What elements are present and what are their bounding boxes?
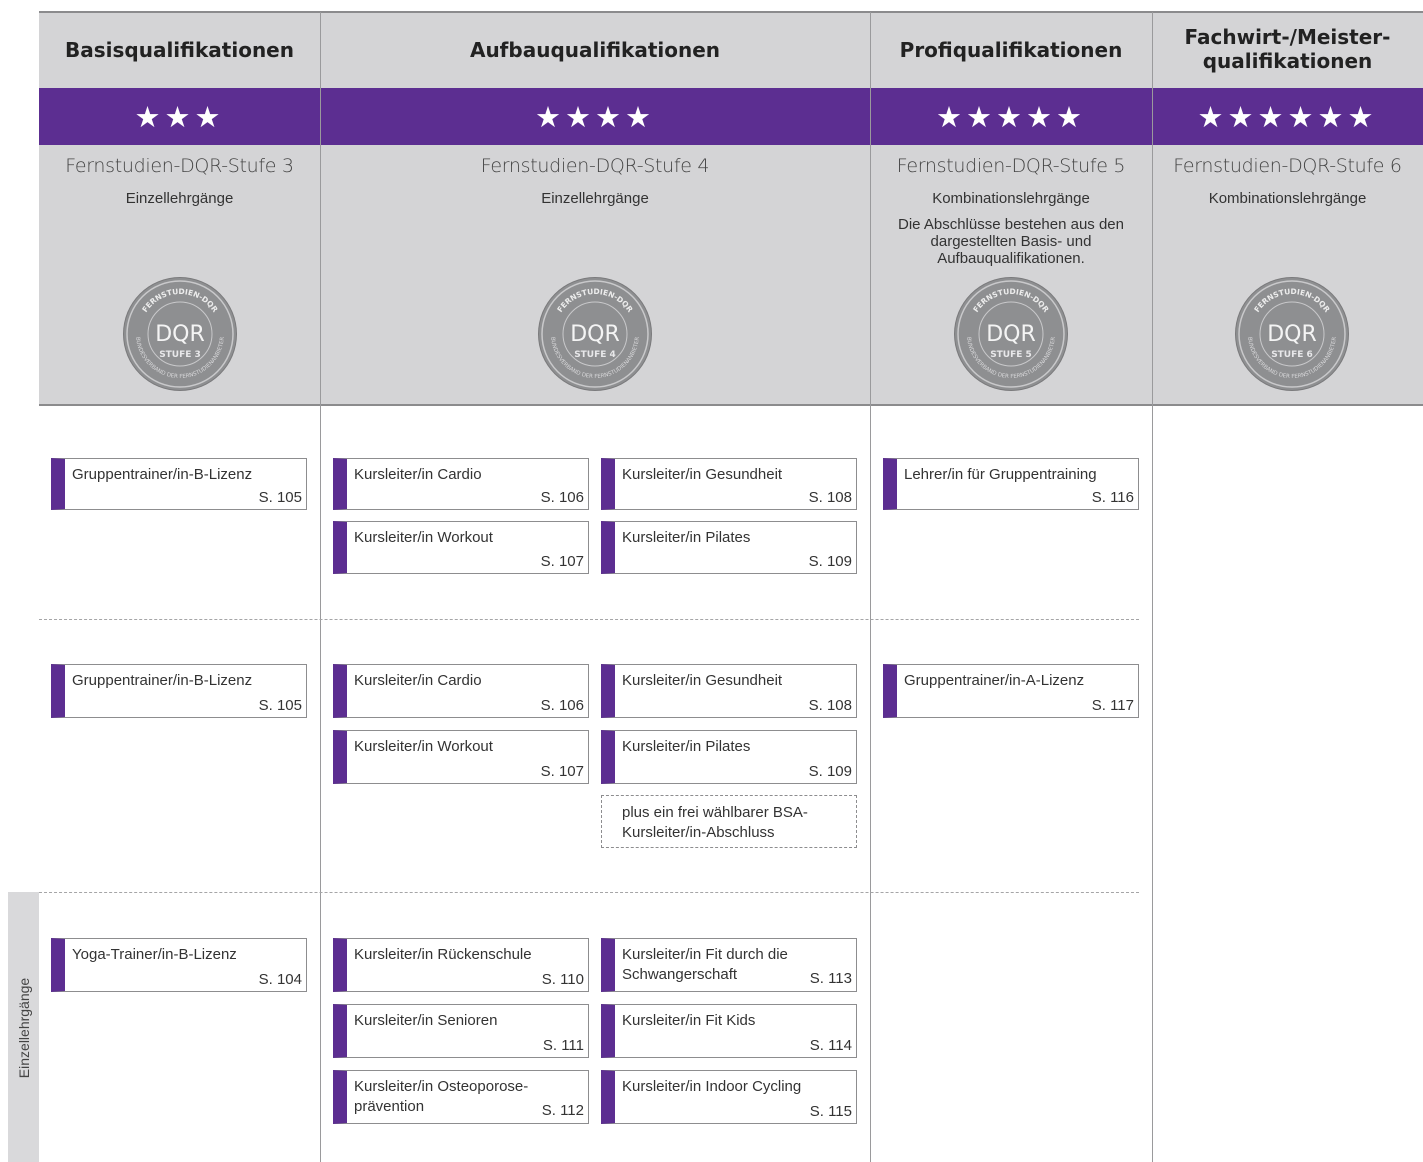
course-page: S. 115	[809, 1103, 852, 1120]
column-divider	[320, 12, 321, 1162]
svg-text:FERNSTUDIEN-DQR: FERNSTUDIEN-DQR	[1252, 287, 1332, 314]
level-aufbau: Fernstudien-DQR-Stufe 4	[480, 155, 710, 177]
course-page: S. 105	[258, 697, 302, 714]
course-page: S. 114	[809, 1037, 852, 1054]
svg-text:STUFE 4: STUFE 4	[574, 350, 616, 360]
course-title: Kursleiter/in Senioren	[354, 1012, 498, 1029]
course-card[interactable]: Kursleiter/in Rückenschule S. 110	[333, 938, 589, 992]
course-title: Kursleiter/in Gesundheit	[622, 672, 783, 689]
course-page: S. 110	[541, 971, 584, 988]
course-title: Kursleiter/in Gesundheit	[622, 466, 783, 483]
course-page: S. 109	[808, 763, 852, 780]
course-title: Kursleiter/in Indoor Cycling	[622, 1078, 802, 1095]
stars-aufbau: ★★★★	[535, 99, 655, 134]
course-card[interactable]: Kursleiter/in Pilates S. 109	[601, 730, 857, 784]
course-page: S. 112	[541, 1102, 584, 1119]
course-title: Kursleiter/in Pilates	[622, 529, 751, 546]
course-page: S. 106	[540, 489, 584, 506]
course-title: Kursleiter/in Cardio	[354, 466, 482, 483]
course-title: Kursleiter/in Rückenschule	[354, 946, 532, 963]
course-card[interactable]: Kursleiter/in Workout S. 107	[333, 730, 589, 784]
course-card[interactable]: Gruppentrainer/in-B-Lizenz S. 105	[51, 458, 307, 510]
course-title: Kursleiter/in Workout	[354, 529, 493, 546]
course-page: S. 108	[808, 489, 852, 506]
course-card[interactable]: Kursleiter/in Cardio S. 106	[333, 664, 589, 718]
course-card[interactable]: Kursleiter/in Indoor Cycling S. 115	[601, 1070, 857, 1124]
svg-text:FERNSTUDIEN-DQR: FERNSTUDIEN-DQR	[140, 287, 220, 314]
svg-text:FERNSTUDIEN-DQR: FERNSTUDIEN-DQR	[971, 287, 1051, 314]
course-card[interactable]: Kursleiter/in Gesundheit S. 108	[601, 664, 857, 718]
column-divider	[1152, 12, 1153, 1162]
course-card[interactable]: Kursleiter/in Fit Kids S. 114	[601, 1004, 857, 1058]
course-page: S. 105	[258, 489, 302, 506]
svg-text:DQR: DQR	[1267, 322, 1317, 347]
course-card[interactable]: Kursleiter/in Workout S. 107	[333, 521, 589, 574]
course-card[interactable]: Kursleiter/in Senioren S. 111	[333, 1004, 589, 1058]
course-page: S. 107	[540, 553, 584, 570]
type-meister: Kombinationslehrgänge	[1208, 190, 1367, 207]
course-title: Kursleiter/in Osteoporose-prävention	[354, 1078, 529, 1115]
course-title: Kursleiter/in Fit Kids	[622, 1012, 756, 1029]
course-page: S. 108	[808, 697, 852, 714]
course-title: Kursleiter/in Workout	[354, 738, 493, 755]
dqr-seal-icon: FERNSTUDIEN-DQR BUNDESVERBAND DER FERNST…	[124, 278, 236, 390]
stars-basis: ★★★	[134, 99, 225, 134]
svg-text:STUFE 6: STUFE 6	[1271, 350, 1313, 360]
column-title-profi: Profiqualifikationen	[899, 38, 1123, 62]
course-title: Gruppentrainer/in-B-Lizenz	[72, 672, 253, 689]
note-profi: Die Abschlüsse bestehen aus den dargeste…	[898, 216, 1124, 267]
course-card[interactable]: Gruppentrainer/in-B-Lizenz S. 105	[51, 664, 307, 718]
course-page: S. 111	[542, 1037, 584, 1054]
dqr-seal-icon: FERNSTUDIEN-DQR BUNDESVERBAND DER FERNST…	[955, 278, 1067, 390]
side-label: Einzellehrgänge	[16, 977, 32, 1079]
course-title: Gruppentrainer/in-B-Lizenz	[72, 466, 253, 483]
course-page: S. 109	[808, 553, 852, 570]
row-separator	[39, 892, 1139, 893]
row-separator	[39, 619, 1139, 620]
column-title-meister: Fachwirt-/Meister-qualifikationen	[1184, 25, 1391, 73]
course-title: Yoga-Trainer/in-B-Lizenz	[72, 946, 237, 963]
course-card[interactable]: Kursleiter/in Osteoporose-prävention S. …	[333, 1070, 589, 1124]
stars-profi: ★★★★★	[936, 99, 1086, 134]
type-profi: Kombinationslehrgänge	[932, 190, 1090, 207]
course-card[interactable]: Yoga-Trainer/in-B-Lizenz S. 104	[51, 938, 307, 992]
course-card[interactable]: Gruppentrainer/in-A-Lizenz S. 117	[883, 664, 1139, 718]
elective-note: plus ein frei wählbarer BSA-Kursleiter/i…	[622, 804, 808, 841]
svg-text:DQR: DQR	[155, 322, 205, 347]
course-card[interactable]: Kursleiter/in Fit durch die Schwangersch…	[601, 938, 857, 992]
svg-text:DQR: DQR	[570, 322, 620, 347]
column-divider	[870, 12, 871, 1162]
type-aufbau: Einzellehrgänge	[541, 190, 649, 207]
svg-text:FERNSTUDIEN-DQR: FERNSTUDIEN-DQR	[555, 287, 635, 314]
course-page: S. 106	[540, 697, 584, 714]
svg-text:DQR: DQR	[986, 322, 1036, 347]
course-card[interactable]: Kursleiter/in Gesundheit S. 108	[601, 458, 857, 510]
stars-meister: ★★★★★★	[1197, 99, 1378, 134]
level-meister: Fernstudien-DQR-Stufe 6	[1173, 155, 1402, 177]
course-title: Gruppentrainer/in-A-Lizenz	[904, 672, 1085, 689]
elective-note-box: plus ein frei wählbarer BSA-Kursleiter/i…	[601, 795, 857, 848]
column-title-basis: Basisqualifikationen	[65, 38, 294, 62]
course-title: Lehrer/in für Gruppentraining	[904, 466, 1097, 483]
course-page: S. 117	[1091, 697, 1134, 714]
svg-text:STUFE 5: STUFE 5	[990, 350, 1032, 360]
course-title: Kursleiter/in Cardio	[354, 672, 482, 689]
course-page: S. 104	[258, 971, 302, 988]
type-basis: Einzellehrgänge	[125, 190, 234, 207]
course-card[interactable]: Kursleiter/in Cardio S. 106	[333, 458, 589, 510]
course-title: Kursleiter/in Fit durch die Schwangersch…	[622, 946, 788, 983]
course-page: S. 107	[540, 763, 584, 780]
course-card[interactable]: Lehrer/in für Gruppentraining S. 116	[883, 458, 1139, 510]
course-title: Kursleiter/in Pilates	[622, 738, 751, 755]
course-page: S. 116	[1091, 489, 1134, 506]
header-bottom-rule	[39, 404, 1423, 406]
level-basis: Fernstudien-DQR-Stufe 3	[65, 155, 294, 177]
course-card[interactable]: Kursleiter/in Pilates S. 109	[601, 521, 857, 574]
level-profi: Fernstudien-DQR-Stufe 5	[896, 155, 1126, 177]
svg-text:STUFE 3: STUFE 3	[159, 350, 201, 360]
dqr-seal-icon: FERNSTUDIEN-DQR BUNDESVERBAND DER FERNST…	[539, 278, 651, 390]
course-page: S. 113	[809, 970, 852, 987]
dqr-seal-icon: FERNSTUDIEN-DQR BUNDESVERBAND DER FERNST…	[1236, 278, 1348, 390]
column-title-aufbau: Aufbauqualifikationen	[469, 38, 721, 62]
